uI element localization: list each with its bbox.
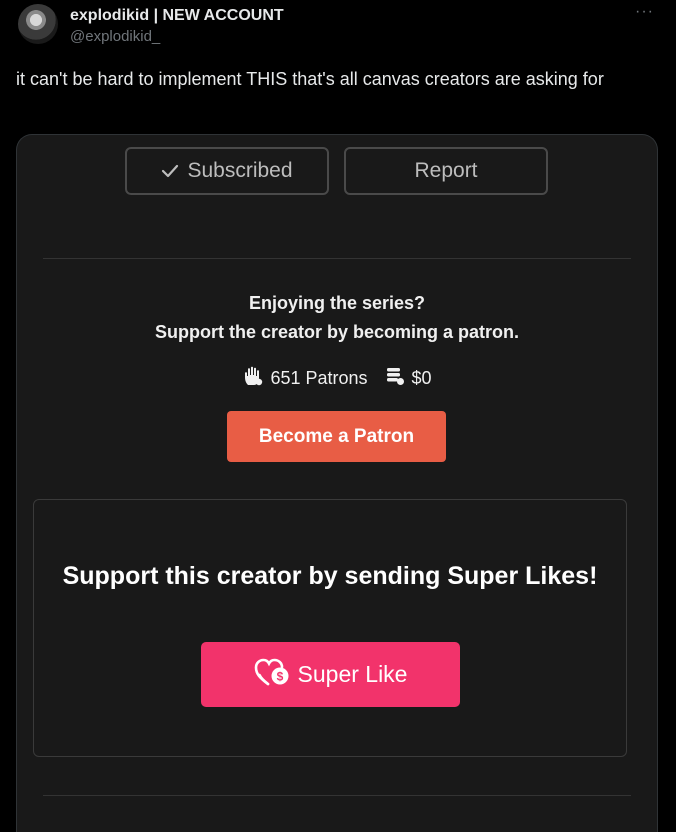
superlike-heading: Support this creator by sending Super Li… [62, 562, 598, 590]
patron-stats: 651 Patrons $0 [17, 365, 657, 392]
avatar[interactable] [18, 4, 58, 44]
divider [43, 258, 631, 259]
media-card[interactable]: Subscribed Report Enjoying the series? S… [16, 134, 658, 832]
support-subheading: Support the creator by becoming a patron… [154, 322, 520, 342]
hand-icon [242, 365, 270, 392]
become-patron-button[interactable]: Become a Patron [227, 411, 446, 462]
tweet-text: it can't be hard to implement THIS that'… [16, 69, 604, 89]
support-heading: Enjoying the series? [248, 293, 426, 313]
check-icon [161, 164, 179, 178]
author-name[interactable]: explodikid | NEW ACCOUNT [70, 6, 284, 26]
become-patron-label: Become a Patron [258, 425, 415, 447]
more-options-button[interactable]: ··· [635, 4, 654, 20]
super-like-label: Super Like [297, 661, 408, 687]
svg-text:$: $ [276, 669, 283, 683]
subscribed-button[interactable]: Subscribed [125, 147, 329, 195]
coins-icon [384, 365, 412, 392]
amount-stat: $0 [384, 365, 432, 392]
amount-value: $0 [411, 368, 432, 388]
author-block: explodikid | NEW ACCOUNT @explodikid_ [70, 6, 284, 47]
patrons-stat: 651 Patrons [242, 365, 368, 392]
superlike-panel: Support this creator by sending Super Li… [33, 499, 627, 757]
author-handle[interactable]: @explodikid_ [70, 27, 284, 47]
divider [43, 795, 631, 796]
report-label: Report [414, 159, 478, 182]
patrons-count: 651 Patrons [270, 368, 368, 388]
report-button[interactable]: Report [344, 147, 548, 195]
heart-coin-icon: $ [254, 657, 298, 693]
tweet-page: explodikid | NEW ACCOUNT @explodikid_ ··… [0, 0, 676, 832]
subscribed-label: Subscribed [187, 159, 293, 182]
super-like-button[interactable]: $ Super Like [201, 642, 460, 707]
